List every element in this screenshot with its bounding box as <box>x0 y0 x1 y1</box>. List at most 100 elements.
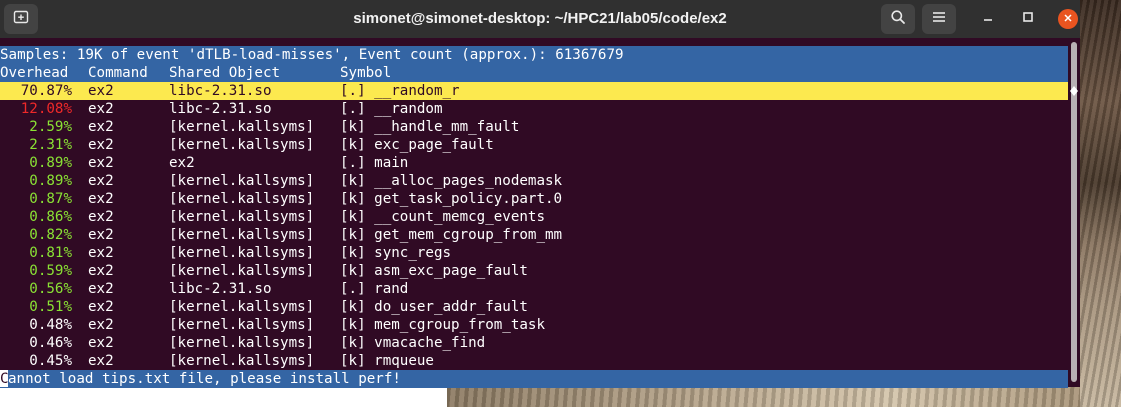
table-row[interactable]: 0.51% ex2 [kernel.kallsyms] [k] do_user_add… <box>0 298 1068 316</box>
table-row[interactable]: 0.81% ex2 [kernel.kallsyms] [k] sync_regs <box>0 244 1068 262</box>
shared-object-cell: [kernel.kallsyms] <box>169 317 315 333</box>
symbol-cell: [k] rmqueue <box>340 353 434 369</box>
table-row[interactable]: 0.45% ex2 [kernel.kallsyms] [k] rmqueue <box>0 352 1068 370</box>
minimize-button[interactable] <box>977 8 999 30</box>
command-cell: ex2 <box>88 137 114 153</box>
overhead-cell: 0.59% <box>29 263 72 279</box>
shared-object-cell: [kernel.kallsyms] <box>169 245 315 261</box>
shared-object-cell: [kernel.kallsyms] <box>169 191 315 207</box>
symbol-cell: [k] get_task_policy.part.0 <box>340 191 563 207</box>
overhead-cell: 0.56% <box>29 281 72 297</box>
status-bar: Cannot load tips.txt file, please instal… <box>0 370 1068 388</box>
shared-object-cell: [kernel.kallsyms] <box>169 299 315 315</box>
overhead-cell: 0.46% <box>29 335 72 351</box>
status-message: annot load tips.txt file, please install… <box>8 371 401 387</box>
symbol-cell: [k] sync_regs <box>340 245 452 261</box>
overhead-cell: 2.31% <box>29 137 72 153</box>
shared-object-cell: libc-2.31.so <box>169 83 272 99</box>
command-cell: ex2 <box>88 227 114 243</box>
symbol-cell: [.] __random_r <box>340 83 460 99</box>
shared-object-cell: [kernel.kallsyms] <box>169 227 315 243</box>
shared-object-cell: [kernel.kallsyms] <box>169 173 315 189</box>
symbol-cell: [k] vmacache_find <box>340 335 486 351</box>
shared-object-cell: [kernel.kallsyms] <box>169 263 315 279</box>
table-row[interactable]: 2.31% ex2 [kernel.kallsyms] [k] exc_page_fa… <box>0 136 1068 154</box>
command-cell: ex2 <box>88 281 114 297</box>
column-shared-object: Shared Object <box>169 65 281 81</box>
command-cell: ex2 <box>88 101 114 117</box>
overhead-cell: 0.86% <box>29 209 72 225</box>
overhead-cell: 0.48% <box>29 317 72 333</box>
symbol-cell: [.] main <box>340 155 409 171</box>
shared-object-cell: [kernel.kallsyms] <box>169 119 315 135</box>
shared-object-cell: libc-2.31.so <box>169 101 272 117</box>
cursor: C <box>0 370 9 387</box>
column-command: Command <box>88 65 148 81</box>
column-overhead: Overhead <box>0 65 69 81</box>
command-cell: ex2 <box>88 209 114 225</box>
search-button[interactable] <box>881 4 915 34</box>
symbol-cell: [k] asm_exc_page_fault <box>340 263 528 279</box>
symbol-cell: [.] rand <box>340 281 409 297</box>
perf-report-header: Samples: 19K of event 'dTLB-load-misses'… <box>0 46 1068 64</box>
command-cell: ex2 <box>88 83 114 99</box>
command-cell: ex2 <box>88 119 114 135</box>
symbol-cell: [k] __handle_mm_fault <box>340 119 520 135</box>
table-row[interactable]: 0.59% ex2 [kernel.kallsyms] [k] asm_exc_pag… <box>0 262 1068 280</box>
shared-object-cell: libc-2.31.so <box>169 281 272 297</box>
terminal-window: simonet@simonet-desktop: ~/HPC21/lab05/c… <box>0 0 1080 388</box>
table-row[interactable]: 12.08% ex2 libc-2.31.so [.] __random <box>0 100 1068 118</box>
hamburger-menu-icon <box>932 10 946 29</box>
command-cell: ex2 <box>88 155 114 171</box>
command-cell: ex2 <box>88 299 114 315</box>
minimize-icon <box>982 10 994 28</box>
overhead-cell: 0.89% <box>29 173 72 189</box>
overhead-cell: 0.89% <box>29 155 72 171</box>
desktop-background <box>1080 0 1121 407</box>
perf-column-headers: Overhead Command Shared Object Symbol <box>0 64 1068 82</box>
title-bar: simonet@simonet-desktop: ~/HPC21/lab05/c… <box>0 0 1080 38</box>
command-cell: ex2 <box>88 173 114 189</box>
command-cell: ex2 <box>88 317 114 333</box>
shared-object-cell: [kernel.kallsyms] <box>169 137 315 153</box>
symbol-cell: [k] get_mem_cgroup_from_mm <box>340 227 563 243</box>
close-button[interactable] <box>1058 9 1078 29</box>
shared-object-cell: [kernel.kallsyms] <box>169 353 315 369</box>
overhead-cell: 2.59% <box>29 119 72 135</box>
overhead-cell: 0.51% <box>29 299 72 315</box>
table-row[interactable]: 2.59% ex2 [kernel.kallsyms] [k] __handle_mm… <box>0 118 1068 136</box>
table-row[interactable]: 0.89% ex2 [kernel.kallsyms] [k] __alloc_pag… <box>0 172 1068 190</box>
terminal-content[interactable]: Samples: 19K of event 'dTLB-load-misses'… <box>0 38 1068 388</box>
overhead-cell: 12.08% <box>20 101 72 117</box>
command-cell: ex2 <box>88 263 114 279</box>
overhead-cell: 0.82% <box>29 227 72 243</box>
symbol-cell: [k] __alloc_pages_nodemask <box>340 173 563 189</box>
overhead-cell: 0.45% <box>29 353 72 369</box>
shared-object-cell: [kernel.kallsyms] <box>169 209 315 225</box>
table-row[interactable]: 0.89% ex2 ex2 [.] main <box>0 154 1068 172</box>
command-cell: ex2 <box>88 245 114 261</box>
table-row[interactable]: 0.87% ex2 [kernel.kallsyms] [k] get_task_po… <box>0 190 1068 208</box>
selection-marker-icon <box>1068 82 1080 100</box>
column-symbol: Symbol <box>340 65 392 81</box>
symbol-cell: [.] __random <box>340 101 443 117</box>
close-icon <box>1063 10 1073 28</box>
table-row[interactable]: 70.87% ex2 libc-2.31.so [.] __random_r <box>0 82 1068 100</box>
overhead-cell: 0.81% <box>29 245 72 261</box>
shared-object-cell: [kernel.kallsyms] <box>169 335 315 351</box>
table-row[interactable]: 0.48% ex2 [kernel.kallsyms] [k] mem_cgroup_… <box>0 316 1068 334</box>
symbol-cell: [k] mem_cgroup_from_task <box>340 317 545 333</box>
command-cell: ex2 <box>88 191 114 207</box>
maximize-icon <box>1022 10 1034 28</box>
table-row[interactable]: 0.82% ex2 [kernel.kallsyms] [k] get_mem_cgr… <box>0 226 1068 244</box>
table-row[interactable]: 0.46% ex2 [kernel.kallsyms] [k] vmacache_fi… <box>0 334 1068 352</box>
window-title: simonet@simonet-desktop: ~/HPC21/lab05/c… <box>353 10 727 27</box>
table-row[interactable]: 0.56% ex2 libc-2.31.so [.] rand <box>0 280 1068 298</box>
symbol-cell: [k] exc_page_fault <box>340 137 494 153</box>
overhead-cell: 0.87% <box>29 191 72 207</box>
command-cell: ex2 <box>88 335 114 351</box>
symbol-cell: [k] do_user_addr_fault <box>340 299 528 315</box>
table-row[interactable]: 0.86% ex2 [kernel.kallsyms] [k] __count_mem… <box>0 208 1068 226</box>
menu-button[interactable] <box>922 4 956 34</box>
maximize-button[interactable] <box>1017 8 1039 30</box>
